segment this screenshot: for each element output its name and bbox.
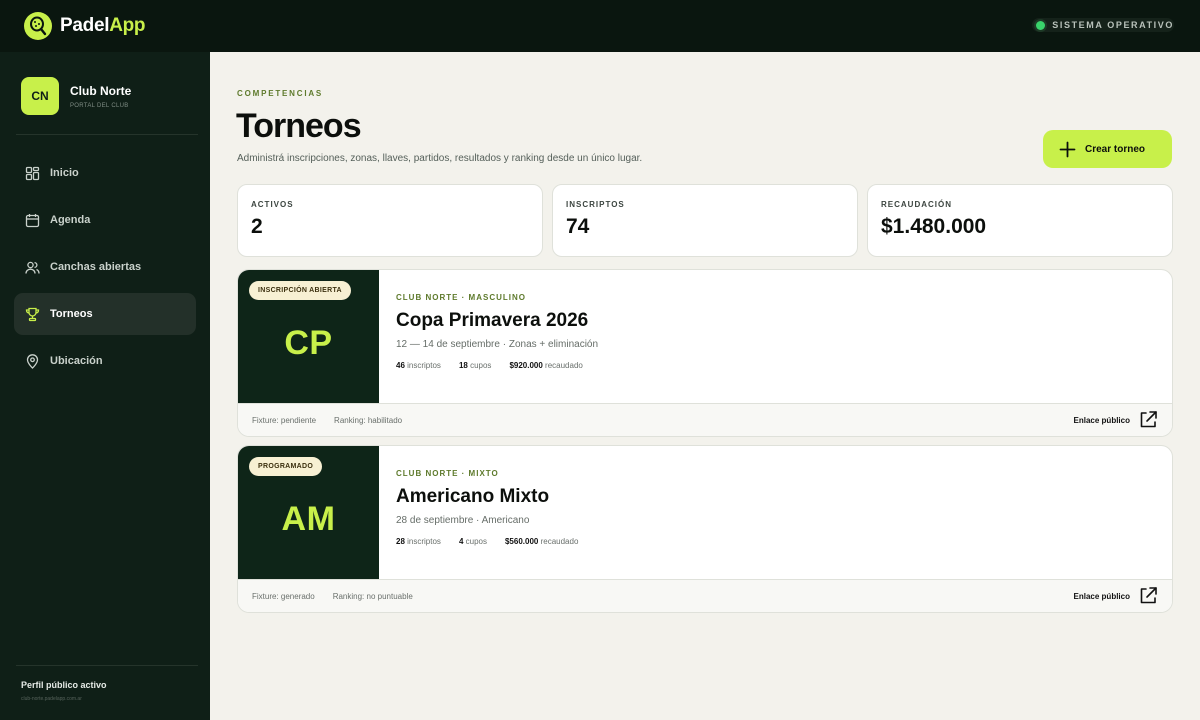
metric-cupos: 4 cupos (459, 537, 487, 546)
create-tournament-label: Crear torneo (1085, 143, 1146, 155)
tournament-footer: Fixture: pendiente Ranking: habilitado E… (238, 403, 1172, 436)
club-profile[interactable]: CN Club Norte PORTAL DEL CLUB (21, 77, 131, 115)
club-name: Club Norte (70, 83, 132, 98)
sidebar-item-label: Torneos (50, 308, 93, 320)
metric-inscriptos: 28 inscriptos (396, 537, 441, 546)
location-pin-icon (26, 353, 39, 369)
stat-card-inscriptos: INSCRIPTOS 74 (552, 184, 858, 257)
tournament-cover: PROGRAMADO AM (238, 446, 379, 579)
fixture-status: Fixture: generado (252, 591, 315, 601)
calendar-icon (25, 213, 40, 227)
status-badge: PROGRAMADO (249, 457, 323, 476)
public-link-button[interactable]: Enlace público (1074, 586, 1158, 606)
tournament-metrics: 28 inscriptos 4 cupos $560.000 recaudado (396, 537, 578, 546)
stat-label: RECAUDACIÓN (881, 200, 952, 209)
ranking-status: Ranking: no puntuable (332, 591, 413, 601)
stats-row: ACTIVOS 2 INSCRIPTOS 74 RECAUDACIÓN $1.4… (237, 184, 1173, 257)
sidebar-item-label: Agenda (50, 214, 91, 226)
create-tournament-button[interactable]: Crear torneo (1043, 130, 1172, 168)
status-badge: INSCRIPCIÓN ABIERTA (249, 281, 351, 300)
metric-value: 18 (458, 361, 468, 370)
public-link-label: Enlace público (1073, 591, 1130, 601)
sidebar-divider (16, 134, 198, 135)
tournament-dates: 12 — 14 de septiembre · Zonas + eliminac… (396, 339, 599, 350)
sidebar-item-label: Canchas abiertas (50, 261, 142, 273)
stat-card-recaudacion: RECAUDACIÓN $1.480.000 (867, 184, 1173, 257)
sidebar-item-ubicacion[interactable]: Ubicación (14, 340, 196, 382)
metric-value: $920.000 (509, 361, 543, 370)
public-profile-url: club-norte.padelapp.com.ar (21, 696, 82, 702)
tournament-cover: INSCRIPCIÓN ABIERTA CP (238, 270, 379, 403)
tournament-category: CLUB NORTE · MIXTO (396, 469, 499, 478)
public-profile-status[interactable]: Perfil público activo club-norte.padelap… (21, 680, 107, 702)
tournament-name[interactable]: Americano Mixto (396, 486, 578, 508)
app-name: PadelApp (60, 15, 146, 37)
external-link-icon (1140, 587, 1157, 604)
stat-label: ACTIVOS (251, 200, 294, 209)
sidebar-item-inicio[interactable]: Inicio (14, 152, 196, 194)
tournament-name[interactable]: Copa Primavera 2026 (396, 310, 598, 332)
tournament-card[interactable]: PROGRAMADO AM CLUB NORTE · MIXTO America… (237, 445, 1173, 613)
external-link-icon (1140, 411, 1157, 428)
metric-value: 4 (458, 537, 464, 546)
stat-label: INSCRIPTOS (566, 200, 625, 209)
system-status: SISTEMA OPERATIVO (1032, 18, 1174, 32)
app-name-part-2: App (109, 15, 146, 36)
trophy-icon (25, 307, 40, 321)
metric-label: cupos (470, 361, 492, 370)
app-name-part-1: Padel (60, 15, 110, 36)
club-avatar: CN (21, 77, 59, 115)
metric-value: 46 (396, 361, 405, 370)
status-dot-icon (1036, 20, 1046, 30)
tournament-initials: CP (284, 324, 333, 362)
page-eyebrow: COMPETENCIAS (237, 89, 324, 98)
club-subtitle: PORTAL DEL CLUB (70, 102, 129, 109)
public-link-label: Enlace público (1073, 415, 1130, 425)
main-content: COMPETENCIAS Torneos Administrá inscripc… (210, 52, 1200, 720)
public-profile-title: Perfil público activo (21, 680, 107, 690)
metric-label: recaudado (545, 361, 583, 370)
tournament-footer: Fixture: generado Ranking: no puntuable … (238, 579, 1172, 612)
sidebar-item-label: Ubicación (50, 355, 103, 367)
page-title: Torneos (236, 107, 362, 145)
grid-icon (25, 166, 40, 180)
ranking-status: Ranking: habilitado (334, 415, 403, 425)
metric-cupos: 18 cupos (459, 361, 492, 370)
metric-value: $560.000 (504, 537, 539, 546)
stat-value: 2 (251, 215, 263, 238)
metric-recaudado: $560.000 recaudado (505, 537, 578, 546)
metric-label: inscriptos (407, 361, 441, 370)
plus-icon (1059, 141, 1076, 157)
users-icon (25, 261, 40, 274)
tournament-category: CLUB NORTE · MASCULINO (396, 293, 526, 302)
sidebar-item-label: Inicio (50, 167, 79, 179)
metric-inscriptos: 46 inscriptos (396, 361, 441, 370)
sidebar: CN Club Norte PORTAL DEL CLUB Inicio Age… (0, 52, 210, 720)
page-description: Administrá inscripciones, zonas, llaves,… (237, 153, 643, 164)
fixture-status: Fixture: pendiente (252, 415, 317, 425)
tournament-initials: AM (281, 500, 336, 538)
app-logo[interactable]: PadelApp (24, 12, 146, 40)
sidebar-nav: Inicio Agenda Canchas abiertas Torneos U… (14, 152, 196, 387)
padel-racket-icon (24, 12, 52, 40)
metric-label: recaudado (540, 537, 579, 546)
stat-value: $1.480.000 (881, 215, 987, 238)
tournament-metrics: 46 inscriptos 18 cupos $920.000 recaudad… (396, 361, 598, 370)
sidebar-item-agenda[interactable]: Agenda (14, 199, 196, 241)
sidebar-divider (16, 665, 198, 666)
metric-label: inscriptos (407, 537, 441, 546)
stat-card-activos: ACTIVOS 2 (237, 184, 543, 257)
status-text: SISTEMA OPERATIVO (1052, 20, 1174, 30)
metric-value: 28 (396, 537, 405, 546)
sidebar-item-canchas-abiertas[interactable]: Canchas abiertas (14, 246, 196, 288)
tournament-card[interactable]: INSCRIPCIÓN ABIERTA CP CLUB NORTE · MASC… (237, 269, 1173, 437)
public-link-button[interactable]: Enlace público (1074, 410, 1158, 430)
metric-label: cupos (465, 537, 487, 546)
tournament-dates: 28 de septiembre · Americano (396, 515, 530, 526)
top-bar: PadelApp SISTEMA OPERATIVO (0, 0, 1200, 52)
metric-recaudado: $920.000 recaudado (509, 361, 582, 370)
stat-value: 74 (566, 215, 590, 238)
sidebar-item-torneos[interactable]: Torneos (14, 293, 196, 335)
